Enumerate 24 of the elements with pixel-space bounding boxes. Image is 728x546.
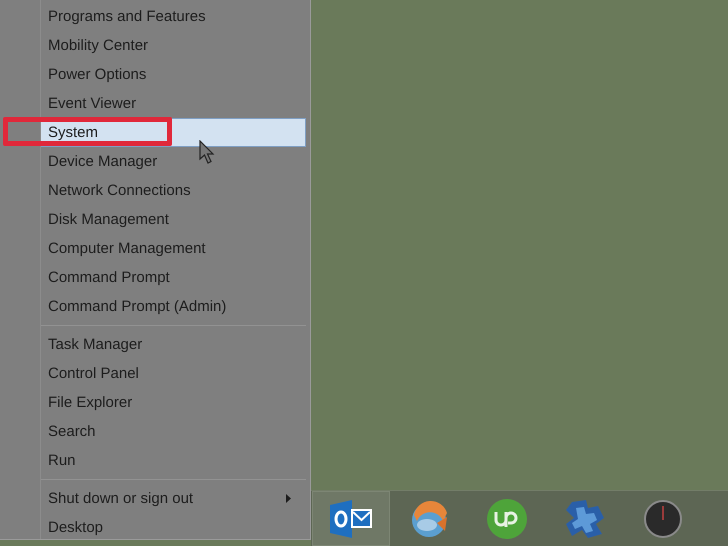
menu-item[interactable]: Mobility Center bbox=[40, 31, 306, 60]
clock-icon bbox=[644, 500, 682, 538]
menu-item[interactable]: Disk Management bbox=[40, 205, 306, 234]
menu-item[interactable]: Computer Management bbox=[40, 234, 306, 263]
menu-item[interactable]: Run bbox=[40, 446, 306, 475]
menu-item[interactable]: File Explorer bbox=[40, 388, 306, 417]
browser-icon bbox=[409, 498, 449, 538]
mouse-cursor-icon bbox=[199, 140, 215, 164]
mail-app-icon bbox=[330, 500, 372, 538]
menu-item[interactable]: Search bbox=[40, 417, 306, 446]
menu-item[interactable]: Device Manager bbox=[40, 147, 306, 176]
menu-item[interactable]: Control Panel bbox=[40, 359, 306, 388]
menu-item[interactable]: Desktop bbox=[40, 513, 306, 542]
menu-item[interactable]: Power Options bbox=[40, 60, 306, 89]
puzzle-icon bbox=[564, 498, 606, 540]
menu-item[interactable]: Event Viewer bbox=[40, 89, 306, 118]
menu-item[interactable]: Shut down or sign out bbox=[40, 484, 306, 513]
taskbar-button[interactable] bbox=[312, 491, 390, 546]
menu-item[interactable]: Command Prompt bbox=[40, 263, 306, 292]
menu-item[interactable]: Task Manager bbox=[40, 330, 306, 359]
menu-item[interactable]: Programs and Features bbox=[40, 2, 306, 31]
submenu-arrow-icon bbox=[286, 494, 291, 503]
menu-item[interactable]: Network Connections bbox=[40, 176, 306, 205]
menu-item[interactable]: Command Prompt (Admin) bbox=[40, 292, 306, 321]
